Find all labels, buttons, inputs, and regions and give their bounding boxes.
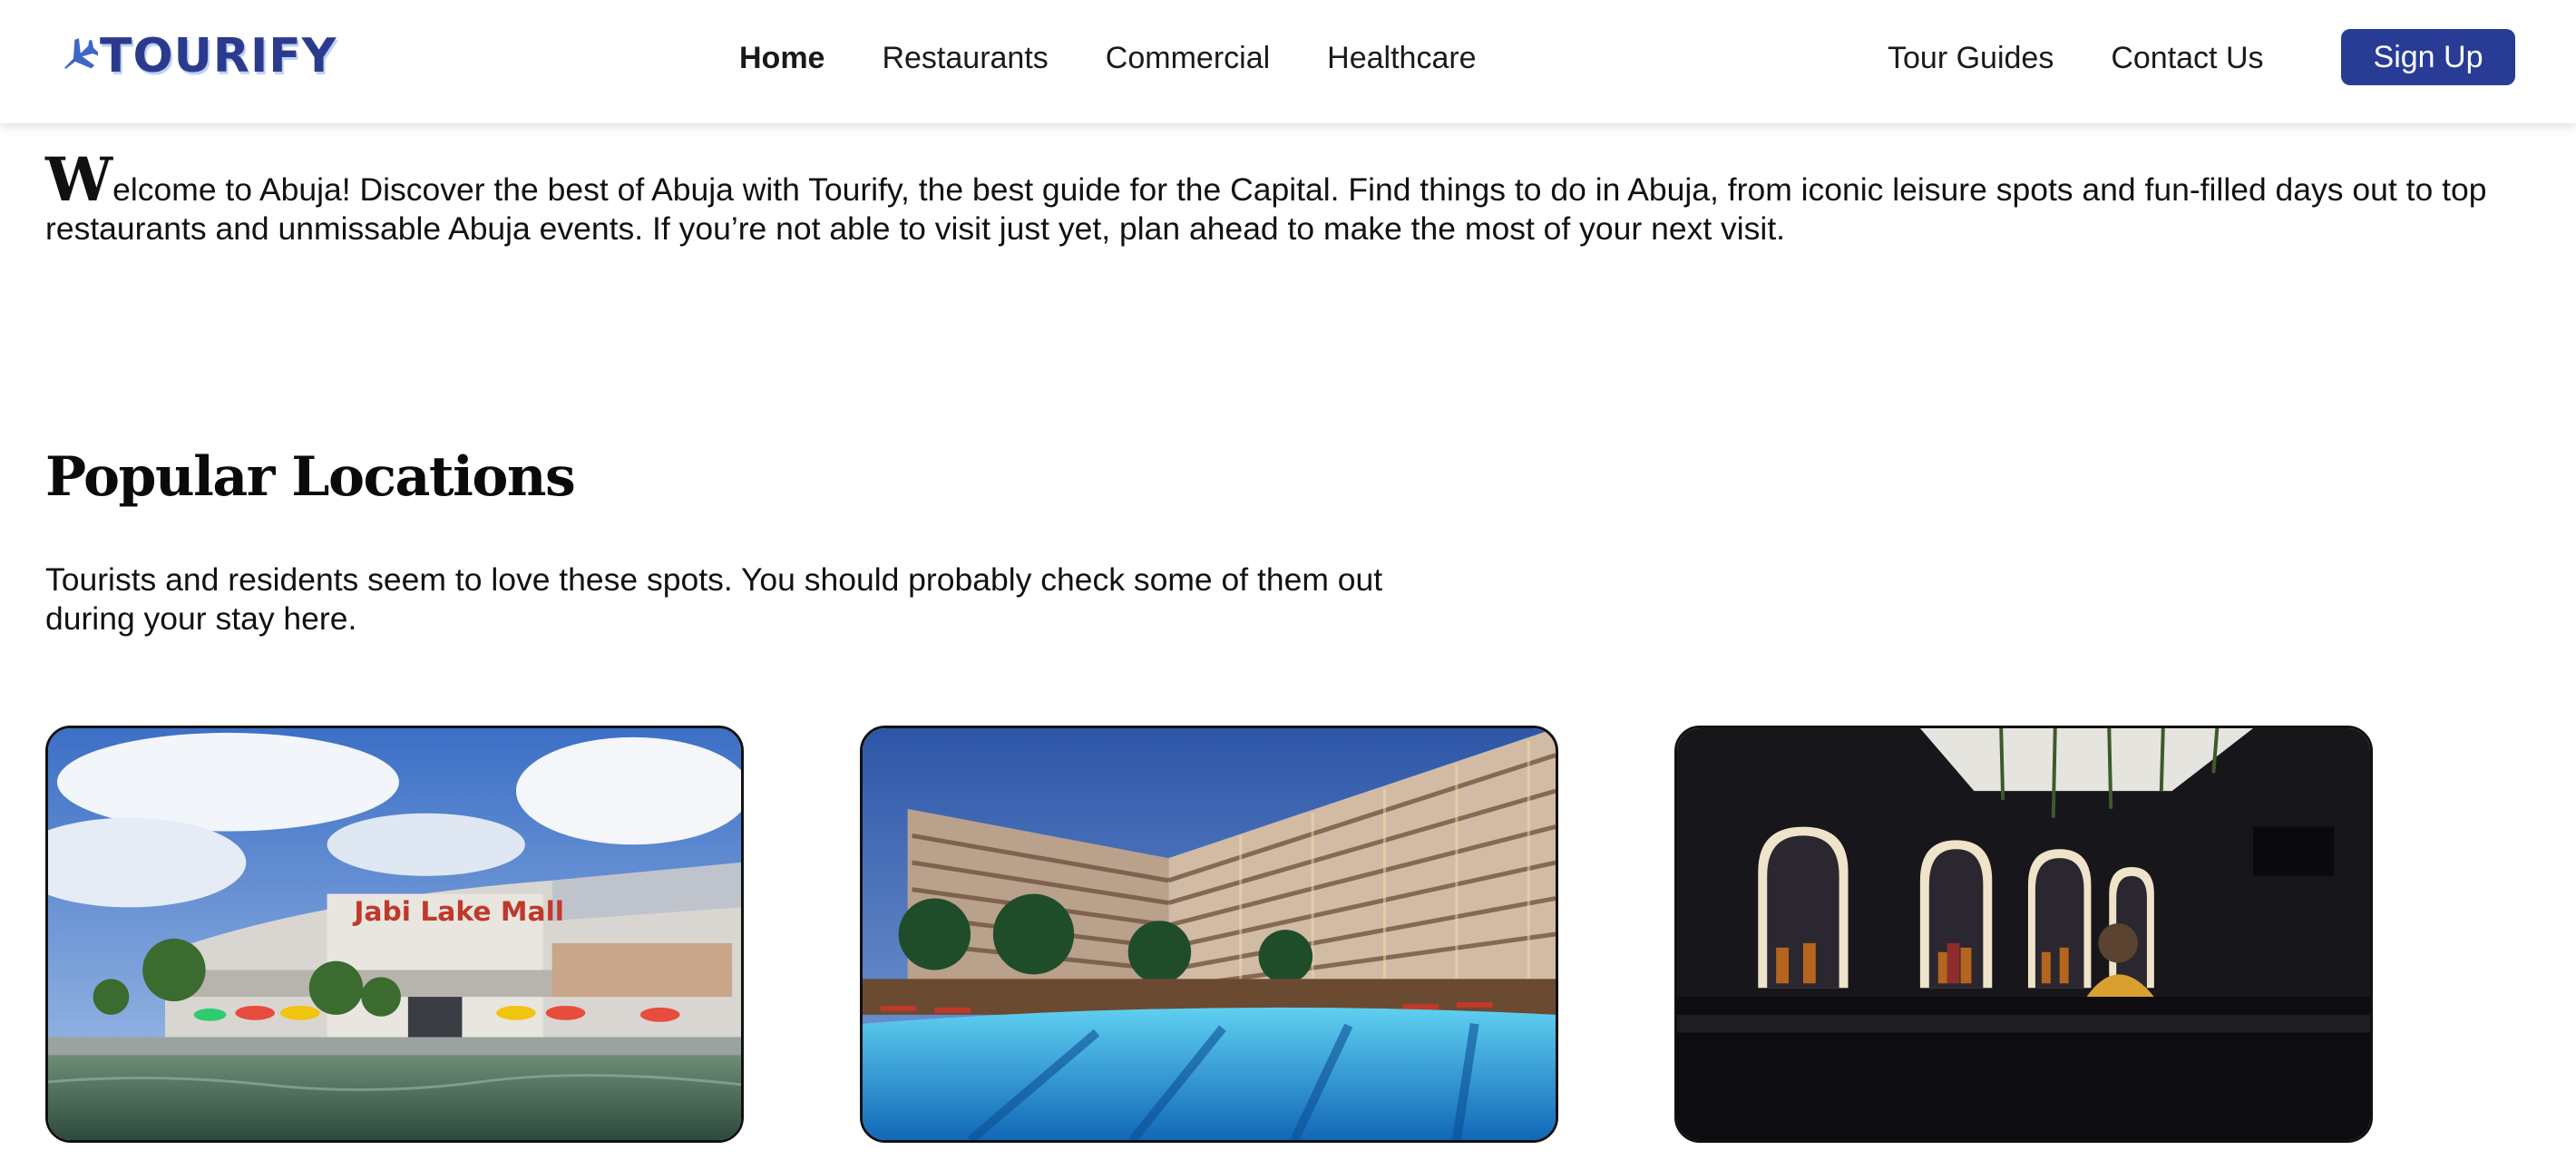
main-nav: Home Restaurants Commercial Healthcare bbox=[739, 36, 1477, 80]
location-card[interactable] bbox=[1674, 726, 2373, 1143]
sign-up-button[interactable]: Sign Up bbox=[2341, 29, 2515, 85]
nav-commercial[interactable]: Commercial bbox=[1106, 36, 1270, 80]
top-navbar: TOURIFY Home Restaurants Commercial Heal… bbox=[0, 0, 2576, 123]
section-subtitle: Tourists and residents seem to love thes… bbox=[45, 561, 1383, 637]
hotel-with-pool-photo bbox=[863, 728, 1556, 1140]
nav-home[interactable]: Home bbox=[739, 36, 825, 80]
location-card[interactable] bbox=[860, 726, 1558, 1143]
secondary-nav: Tour Guides Contact Us bbox=[1888, 36, 2264, 80]
airplane-icon bbox=[56, 34, 100, 80]
section-title: Popular Locations bbox=[45, 445, 576, 509]
brand-name: TOURIFY bbox=[100, 29, 337, 83]
dark-bar-lounge-photo bbox=[1677, 728, 2370, 1140]
location-card[interactable]: Jabi Lake Mall bbox=[45, 726, 744, 1143]
nav-healthcare[interactable]: Healthcare bbox=[1327, 36, 1476, 80]
drop-cap: W bbox=[45, 144, 113, 215]
mall-sign-text: Jabi Lake Mall bbox=[352, 895, 564, 927]
nav-restaurants[interactable]: Restaurants bbox=[882, 36, 1048, 80]
welcome-paragraph: Welcome to Abuja! Discover the best of A… bbox=[45, 150, 2494, 249]
welcome-text: elcome to Abuja! Discover the best of Ab… bbox=[45, 171, 2487, 247]
mall-by-lake-photo: Jabi Lake Mall bbox=[48, 728, 741, 1140]
nav-tour-guides[interactable]: Tour Guides bbox=[1888, 36, 2054, 80]
brand-logo[interactable]: TOURIFY bbox=[56, 29, 337, 83]
nav-contact-us[interactable]: Contact Us bbox=[2111, 36, 2263, 80]
